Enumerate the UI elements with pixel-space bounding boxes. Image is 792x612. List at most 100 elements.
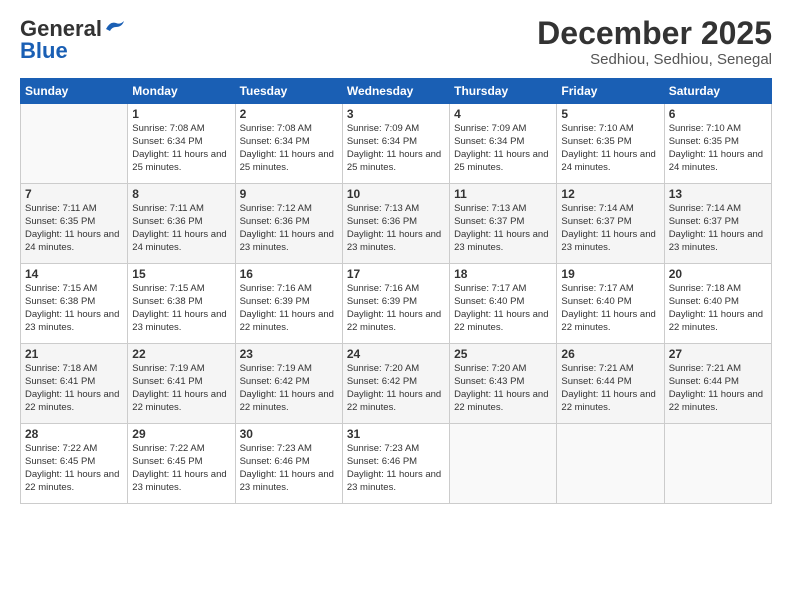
logo: General Blue: [20, 16, 126, 64]
calendar-cell: [557, 424, 664, 504]
cell-info: Sunrise: 7:18 AMSunset: 6:40 PMDaylight:…: [669, 283, 763, 332]
day-number: 5: [561, 107, 659, 121]
cell-info: Sunrise: 7:17 AMSunset: 6:40 PMDaylight:…: [561, 283, 655, 332]
calendar-cell: 21 Sunrise: 7:18 AMSunset: 6:41 PMDayligh…: [21, 344, 128, 424]
cell-info: Sunrise: 7:16 AMSunset: 6:39 PMDaylight:…: [347, 283, 441, 332]
calendar-cell: 19 Sunrise: 7:17 AMSunset: 6:40 PMDayligh…: [557, 264, 664, 344]
cell-info: Sunrise: 7:10 AMSunset: 6:35 PMDaylight:…: [669, 123, 763, 172]
header-friday: Friday: [557, 79, 664, 104]
calendar-cell: 9 Sunrise: 7:12 AMSunset: 6:36 PMDaylight…: [235, 184, 342, 264]
day-number: 12: [561, 187, 659, 201]
calendar-cell: 29 Sunrise: 7:22 AMSunset: 6:45 PMDayligh…: [128, 424, 235, 504]
day-number: 29: [132, 427, 230, 441]
calendar-cell: [664, 424, 771, 504]
cell-info: Sunrise: 7:22 AMSunset: 6:45 PMDaylight:…: [25, 443, 119, 492]
day-number: 11: [454, 187, 552, 201]
logo-blue: Blue: [20, 38, 68, 64]
cell-info: Sunrise: 7:14 AMSunset: 6:37 PMDaylight:…: [669, 203, 763, 252]
calendar-cell: 10 Sunrise: 7:13 AMSunset: 6:36 PMDayligh…: [342, 184, 449, 264]
calendar-cell: 8Sunrise: 7:11 AMSunset: 6:36 PMDaylight…: [128, 184, 235, 264]
day-number: 30: [240, 427, 338, 441]
day-number: 2: [240, 107, 338, 121]
cell-info: Sunrise: 7:15 AMSunset: 6:38 PMDaylight:…: [25, 283, 119, 332]
cell-info: Sunrise: 7:13 AMSunset: 6:36 PMDaylight:…: [347, 203, 441, 252]
calendar-cell: 30 Sunrise: 7:23 AMSunset: 6:46 PMDayligh…: [235, 424, 342, 504]
month-title: December 2025: [537, 16, 772, 51]
day-number: 7: [25, 187, 123, 201]
calendar-cell: 20Sunrise: 7:18 AMSunset: 6:40 PMDayligh…: [664, 264, 771, 344]
calendar-header: Sunday Monday Tuesday Wednesday Thursday…: [21, 79, 772, 104]
calendar-cell: 28 Sunrise: 7:22 AMSunset: 6:45 PMDayligh…: [21, 424, 128, 504]
cell-info: Sunrise: 7:22 AMSunset: 6:45 PMDaylight:…: [132, 443, 226, 492]
cell-info: Sunrise: 7:11 AMSunset: 6:36 PMDaylight:…: [132, 203, 226, 252]
day-number: 28: [25, 427, 123, 441]
cell-info: Sunrise: 7:17 AMSunset: 6:40 PMDaylight:…: [454, 283, 548, 332]
calendar-cell: 22 Sunrise: 7:19 AMSunset: 6:41 PMDayligh…: [128, 344, 235, 424]
day-number: 13: [669, 187, 767, 201]
day-number: 4: [454, 107, 552, 121]
calendar-body: 1 Sunrise: 7:08 AMSunset: 6:34 PMDaylight…: [21, 104, 772, 504]
cell-info: Sunrise: 7:14 AMSunset: 6:37 PMDaylight:…: [561, 203, 655, 252]
day-number: 1: [132, 107, 230, 121]
header-row: Sunday Monday Tuesday Wednesday Thursday…: [21, 79, 772, 104]
day-number: 31: [347, 427, 445, 441]
calendar-cell: 17 Sunrise: 7:16 AMSunset: 6:39 PMDayligh…: [342, 264, 449, 344]
calendar-cell: 2 Sunrise: 7:08 AMSunset: 6:34 PMDaylight…: [235, 104, 342, 184]
calendar-cell: 31Sunrise: 7:23 AMSunset: 6:46 PMDayligh…: [342, 424, 449, 504]
day-number: 17: [347, 267, 445, 281]
cell-info: Sunrise: 7:10 AMSunset: 6:35 PMDaylight:…: [561, 123, 655, 172]
header-saturday: Saturday: [664, 79, 771, 104]
day-number: 14: [25, 267, 123, 281]
cell-info: Sunrise: 7:23 AMSunset: 6:46 PMDaylight:…: [240, 443, 334, 492]
calendar-cell: 1 Sunrise: 7:08 AMSunset: 6:34 PMDaylight…: [128, 104, 235, 184]
header-thursday: Thursday: [450, 79, 557, 104]
title-block: December 2025 Sedhiou, Sedhiou, Senegal: [537, 16, 772, 68]
day-number: 21: [25, 347, 123, 361]
calendar-cell: 3Sunrise: 7:09 AMSunset: 6:34 PMDaylight…: [342, 104, 449, 184]
calendar-cell: 7 Sunrise: 7:11 AMSunset: 6:35 PMDaylight…: [21, 184, 128, 264]
cell-info: Sunrise: 7:11 AMSunset: 6:35 PMDaylight:…: [25, 203, 119, 252]
day-number: 6: [669, 107, 767, 121]
header-wednesday: Wednesday: [342, 79, 449, 104]
calendar-cell: 14 Sunrise: 7:15 AMSunset: 6:38 PMDayligh…: [21, 264, 128, 344]
calendar-week-4: 21 Sunrise: 7:18 AMSunset: 6:41 PMDayligh…: [21, 344, 772, 424]
day-number: 16: [240, 267, 338, 281]
day-number: 15: [132, 267, 230, 281]
header-tuesday: Tuesday: [235, 79, 342, 104]
cell-info: Sunrise: 7:13 AMSunset: 6:37 PMDaylight:…: [454, 203, 548, 252]
calendar-week-3: 14 Sunrise: 7:15 AMSunset: 6:38 PMDayligh…: [21, 264, 772, 344]
calendar-cell: 5 Sunrise: 7:10 AMSunset: 6:35 PMDaylight…: [557, 104, 664, 184]
header-sunday: Sunday: [21, 79, 128, 104]
calendar-cell: 26Sunrise: 7:21 AMSunset: 6:44 PMDayligh…: [557, 344, 664, 424]
day-number: 22: [132, 347, 230, 361]
calendar-cell: 23Sunrise: 7:19 AMSunset: 6:42 PMDayligh…: [235, 344, 342, 424]
calendar-cell: 25Sunrise: 7:20 AMSunset: 6:43 PMDayligh…: [450, 344, 557, 424]
day-number: 25: [454, 347, 552, 361]
cell-info: Sunrise: 7:21 AMSunset: 6:44 PMDaylight:…: [669, 363, 763, 412]
day-number: 23: [240, 347, 338, 361]
cell-info: Sunrise: 7:19 AMSunset: 6:41 PMDaylight:…: [132, 363, 226, 412]
calendar-cell: 18 Sunrise: 7:17 AMSunset: 6:40 PMDayligh…: [450, 264, 557, 344]
calendar-week-1: 1 Sunrise: 7:08 AMSunset: 6:34 PMDaylight…: [21, 104, 772, 184]
cell-info: Sunrise: 7:09 AMSunset: 6:34 PMDaylight:…: [454, 123, 548, 172]
location: Sedhiou, Sedhiou, Senegal: [537, 51, 772, 68]
calendar-cell: 13 Sunrise: 7:14 AMSunset: 6:37 PMDayligh…: [664, 184, 771, 264]
calendar-cell: 12 Sunrise: 7:14 AMSunset: 6:37 PMDayligh…: [557, 184, 664, 264]
cell-info: Sunrise: 7:18 AMSunset: 6:41 PMDaylight:…: [25, 363, 119, 412]
day-number: 10: [347, 187, 445, 201]
cell-info: Sunrise: 7:12 AMSunset: 6:36 PMDaylight:…: [240, 203, 334, 252]
day-number: 18: [454, 267, 552, 281]
calendar-cell: 16 Sunrise: 7:16 AMSunset: 6:39 PMDayligh…: [235, 264, 342, 344]
calendar-cell: 27Sunrise: 7:21 AMSunset: 6:44 PMDayligh…: [664, 344, 771, 424]
cell-info: Sunrise: 7:21 AMSunset: 6:44 PMDaylight:…: [561, 363, 655, 412]
cell-info: Sunrise: 7:08 AMSunset: 6:34 PMDaylight:…: [240, 123, 334, 172]
cell-info: Sunrise: 7:08 AMSunset: 6:34 PMDaylight:…: [132, 123, 226, 172]
day-number: 9: [240, 187, 338, 201]
cell-info: Sunrise: 7:16 AMSunset: 6:39 PMDaylight:…: [240, 283, 334, 332]
page-header: General Blue December 2025 Sedhiou, Sedh…: [20, 16, 772, 68]
day-number: 19: [561, 267, 659, 281]
cell-info: Sunrise: 7:15 AMSunset: 6:38 PMDaylight:…: [132, 283, 226, 332]
day-number: 3: [347, 107, 445, 121]
calendar-cell: 11 Sunrise: 7:13 AMSunset: 6:37 PMDayligh…: [450, 184, 557, 264]
cell-info: Sunrise: 7:20 AMSunset: 6:42 PMDaylight:…: [347, 363, 441, 412]
